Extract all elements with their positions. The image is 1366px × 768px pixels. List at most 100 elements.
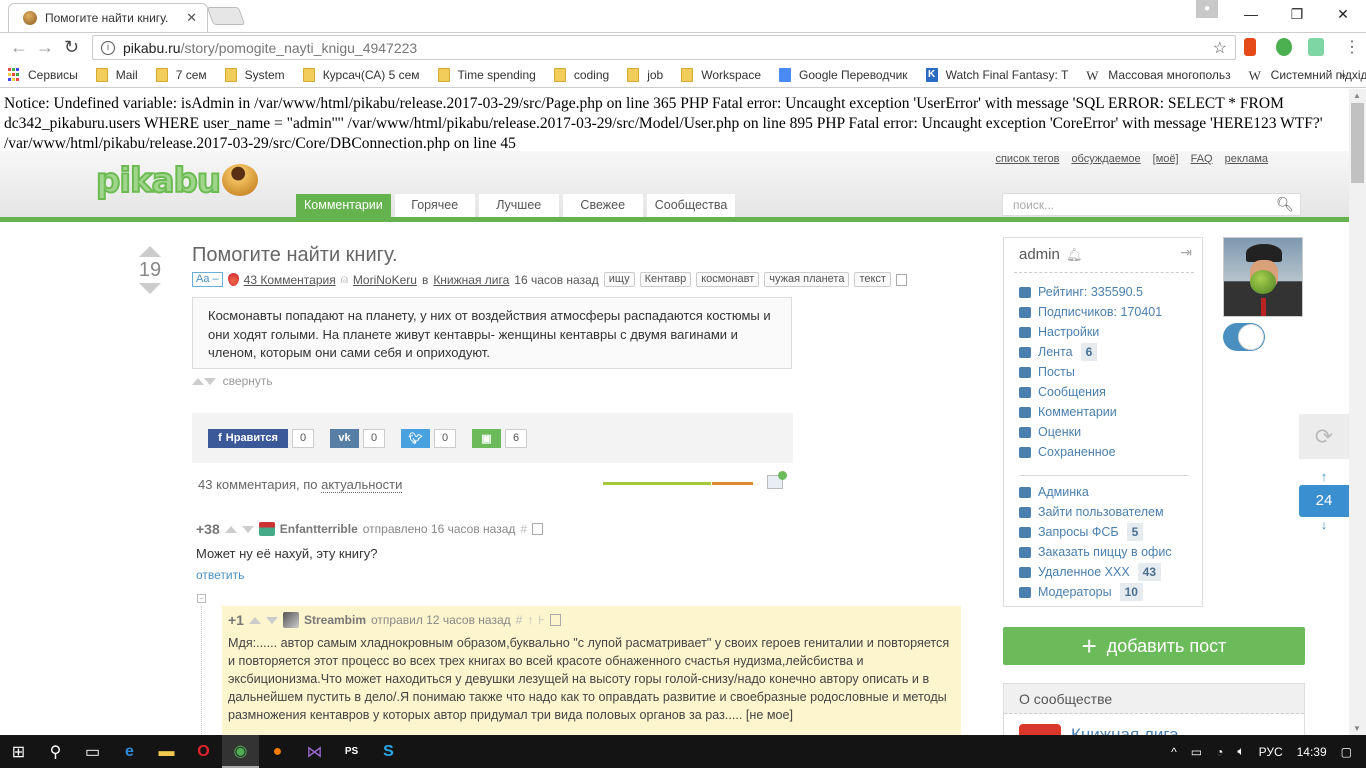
comment-avatar[interactable] <box>282 612 299 628</box>
user-menu-item[interactable]: Модераторы 10 <box>1019 582 1189 602</box>
logout-icon[interactable]: ⇥ <box>1180 244 1192 261</box>
top-link-mine[interactable]: [моё] <box>1153 153 1179 165</box>
address-bar[interactable]: i pikabu.ru/story/pomogite_nayti_knigu_4… <box>92 35 1236 60</box>
tab-comments[interactable]: Комментарии <box>296 194 391 217</box>
user-menu-item[interactable]: Админка <box>1019 482 1189 502</box>
comment-permalink[interactable]: # <box>516 613 523 627</box>
comment-upvote-icon[interactable] <box>224 525 237 533</box>
windows-start-icon[interactable]: ⊞ <box>0 735 37 768</box>
bookmark-item[interactable]: Google Переводчик <box>779 67 908 82</box>
user-menu-item[interactable]: Заказать пиццу в офис <box>1019 542 1189 562</box>
maximize-icon[interactable]: ❐ <box>1274 0 1320 28</box>
tab-best[interactable]: Лучшее <box>478 194 559 217</box>
user-menu-item[interactable]: Зайти пользователем <box>1019 502 1189 522</box>
comment-downvote-icon[interactable] <box>241 525 254 533</box>
visual-studio-icon[interactable]: ⋈ <box>296 735 333 768</box>
info-icon[interactable]: i <box>101 40 115 55</box>
username[interactable]: admin <box>1019 246 1060 263</box>
comment-save-icon[interactable] <box>532 523 544 535</box>
wifi-icon[interactable]: ◔ <box>1216 745 1223 759</box>
scroll-up-arrow-icon[interactable]: ▲ <box>1353 91 1361 100</box>
comments-link[interactable]: 43 Комментария <box>244 273 336 287</box>
user-menu-item[interactable]: Запросы ФСБ 5 <box>1019 522 1189 542</box>
clock[interactable]: 14:39 <box>1297 745 1327 759</box>
bookmark-item[interactable]: Time spending <box>437 67 536 82</box>
bookmark-item[interactable]: K Watch Final Fantasy: T <box>925 67 1068 82</box>
collapse-thread-icon[interactable]: − <box>197 594 206 603</box>
tab-communities[interactable]: Сообщества <box>646 194 736 217</box>
tab-hot[interactable]: Горячее <box>394 194 475 217</box>
font-size-toggle[interactable]: Aa – <box>192 272 223 287</box>
tag[interactable]: чужая планета <box>764 272 850 287</box>
close-tab-icon[interactable]: ✕ <box>186 10 197 26</box>
tag[interactable]: Кентавр <box>639 272 692 287</box>
upvote-icon[interactable] <box>139 246 161 257</box>
search-icon[interactable]: ⚲ <box>37 735 74 768</box>
bookmark-item[interactable]: System <box>224 67 285 82</box>
action-center-icon[interactable]: ▢ <box>1341 745 1352 759</box>
user-menu-item[interactable]: Подписчиков: 170401 <box>1019 302 1189 322</box>
comment-save-icon[interactable] <box>549 614 561 626</box>
back-icon[interactable]: ← <box>10 37 28 58</box>
file-explorer-icon[interactable]: ▬ <box>148 735 185 768</box>
comment-avatar[interactable] <box>258 522 275 536</box>
task-view-icon[interactable]: ▭ <box>74 735 111 768</box>
facebook-like-button[interactable]: f Нравится <box>208 428 288 448</box>
pikabu-logo[interactable]: pikabu <box>95 160 259 202</box>
skype-icon[interactable]: S <box>370 735 407 768</box>
reload-icon[interactable]: ↻ <box>64 37 79 58</box>
page-scrollbar[interactable]: ▲ ▼ <box>1349 89 1366 735</box>
user-menu-item[interactable]: Комментарии <box>1019 402 1189 422</box>
author-link[interactable]: MoriNoKeru <box>353 273 417 287</box>
user-menu-item[interactable]: Удаленное XXX 43 <box>1019 562 1189 582</box>
battery-icon[interactable]: ▭ <box>1191 745 1202 759</box>
scroll-down-icon[interactable]: ↓ <box>1299 517 1349 533</box>
user-menu-item[interactable]: Настройки <box>1019 322 1189 342</box>
comment-downvote-icon[interactable] <box>265 616 278 624</box>
office-extension-icon[interactable] <box>1244 38 1256 56</box>
theme-toggle[interactable] <box>1223 323 1265 351</box>
thread-line[interactable] <box>201 606 202 735</box>
page-number[interactable]: 24 <box>1299 485 1349 517</box>
audio-extension-icon[interactable] <box>1308 38 1324 56</box>
search-input[interactable]: поиск... 🔍︎ <box>1002 193 1301 216</box>
tag[interactable]: ищу <box>603 272 635 287</box>
top-link-ads[interactable]: реклама <box>1225 153 1268 165</box>
story-title[interactable]: Помогите найти книгу. <box>192 244 398 267</box>
bookmark-item[interactable]: coding <box>553 67 609 82</box>
add-post-button[interactable]: + добавить пост <box>1003 627 1305 665</box>
forward-icon[interactable]: → <box>36 37 54 58</box>
bookmark-item[interactable]: Mail <box>95 67 138 82</box>
tag[interactable]: космонавт <box>696 272 760 287</box>
bookmarks-more-icon[interactable]: » <box>1339 68 1346 82</box>
user-menu-item[interactable]: Сохраненное <box>1019 442 1189 462</box>
reply-link[interactable]: ответить <box>196 568 244 582</box>
community-link[interactable]: Книжная лига <box>433 273 509 287</box>
minimize-icon[interactable]: — <box>1228 0 1274 28</box>
search-icon[interactable]: 🔍︎ <box>1270 194 1300 215</box>
vk-share-button[interactable]: vk <box>330 428 359 448</box>
user-avatar[interactable] <box>1223 237 1303 317</box>
thread-branch-icon[interactable]: ⊦ <box>538 613 544 627</box>
user-menu-item[interactable]: Лента 6 <box>1019 342 1189 362</box>
save-icon[interactable] <box>895 273 907 286</box>
scroll-up-icon[interactable]: ↑ <box>1299 469 1349 485</box>
phpstorm-icon[interactable]: PS <box>333 735 370 768</box>
bookmark-item[interactable]: Workspace <box>681 67 761 82</box>
twitter-share-button[interactable]: 🐦︎ <box>401 428 430 448</box>
bookmark-item[interactable]: Курсач(СА) 5 сем <box>302 67 420 82</box>
bookmark-item[interactable]: 7 сем <box>155 67 207 82</box>
profile-icon[interactable]: ● <box>1196 0 1218 18</box>
new-tab-button[interactable] <box>206 7 246 25</box>
image-toggle-icon[interactable] <box>767 471 787 489</box>
comment-user[interactable]: Enfantterrible <box>280 522 358 536</box>
comments-sort-link[interactable]: актуальности <box>321 477 403 493</box>
edge-icon[interactable]: e <box>111 735 148 768</box>
scrollbar-thumb[interactable] <box>1351 103 1364 183</box>
bookmark-item[interactable]: job <box>627 67 663 82</box>
refresh-button[interactable]: ⟳ <box>1299 414 1349 459</box>
close-window-icon[interactable]: ✕ <box>1320 0 1366 28</box>
firefox-icon[interactable]: ● <box>259 735 296 768</box>
tab-new[interactable]: Свежее <box>562 194 643 217</box>
chrome-icon[interactable]: ◉ <box>222 735 259 768</box>
